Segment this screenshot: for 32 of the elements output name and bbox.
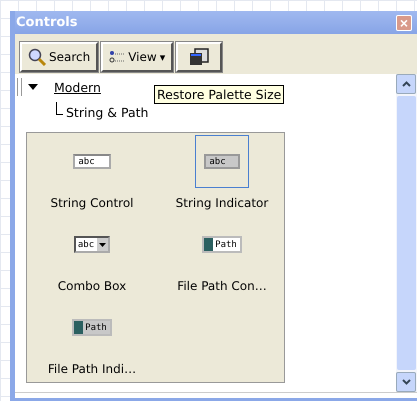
view-button[interactable]: View ▾ [101, 42, 174, 72]
palette-cell[interactable]: abc [65, 218, 119, 271]
expander-icon[interactable] [28, 82, 38, 92]
string-control-icon: abc [73, 154, 111, 169]
path-icon: Path [72, 319, 112, 336]
palette-item-label: String Indicator [176, 195, 268, 212]
restore-size-button[interactable] [176, 42, 222, 72]
window-title: Controls [16, 15, 78, 30]
palette-item-label: String Control [50, 195, 134, 212]
palette-item-label: File Path Con… [177, 278, 267, 295]
tooltip: Restore Palette Size [154, 85, 284, 104]
palette-item-label: Combo Box [58, 278, 126, 295]
palette-cell[interactable]: Path [65, 301, 119, 354]
search-icon [28, 48, 46, 66]
string-indicator-icon: abc [204, 154, 240, 169]
search-button[interactable]: Search [20, 42, 98, 72]
combo-box-icon: abc [74, 236, 110, 253]
tree-item[interactable]: String & Path [66, 105, 148, 120]
palette-cell[interactable]: abc [195, 135, 249, 188]
palette-cell[interactable]: abc [65, 135, 119, 188]
scroll-down-button[interactable] [396, 372, 416, 392]
windows-icon [188, 48, 210, 66]
scroll-up-button[interactable] [396, 74, 416, 94]
path-icon: Path [202, 236, 242, 253]
scrollbar[interactable] [396, 74, 417, 392]
list-icon [109, 50, 126, 64]
tree-item[interactable]: Modern [54, 80, 101, 94]
chevron-up-icon [402, 81, 410, 87]
scroll-thumb[interactable] [397, 96, 416, 370]
palette-item-label: File Path Indi… [48, 361, 136, 378]
palette-cell[interactable]: Path [195, 218, 249, 271]
chevron-down-icon [402, 379, 410, 385]
